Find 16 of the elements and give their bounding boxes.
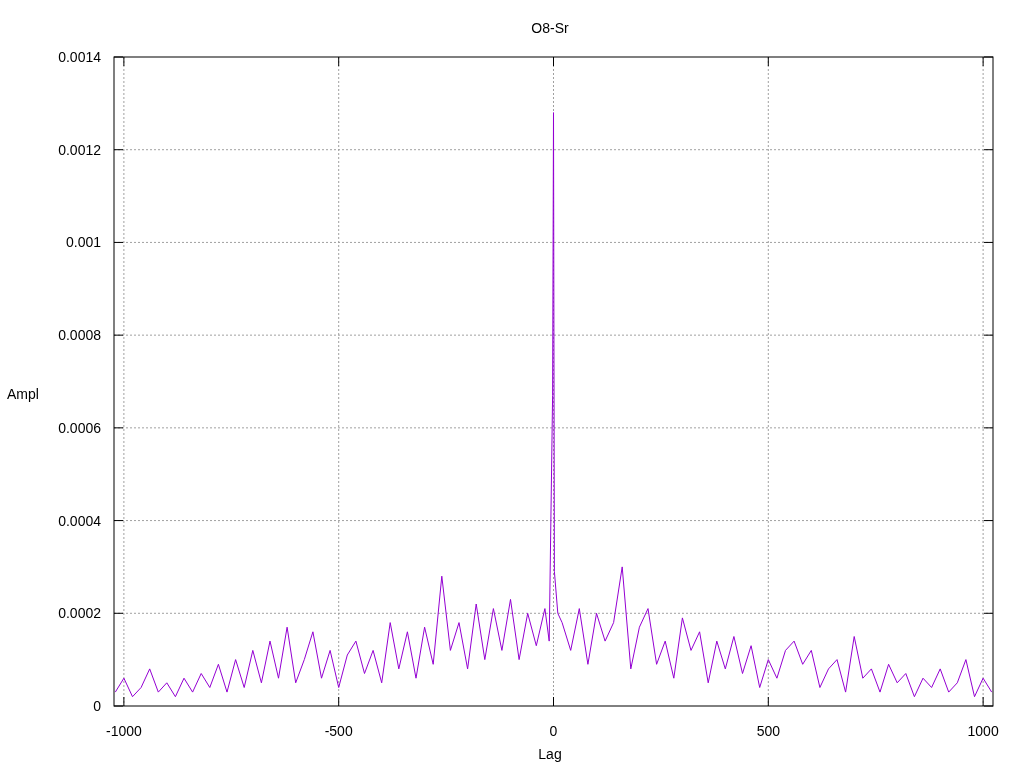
chart-title: O8-Sr xyxy=(531,20,569,36)
tick-label: 0.0008 xyxy=(58,327,101,344)
tick-label: 0.0004 xyxy=(58,512,101,529)
tick-label: 500 xyxy=(756,723,780,739)
tick-label: 0.0002 xyxy=(58,605,101,622)
tick-label: 0.0012 xyxy=(58,141,101,158)
tick-label: 0.0006 xyxy=(58,419,101,436)
tick-label: -1000 xyxy=(105,723,142,739)
tick-label: 0 xyxy=(93,698,101,714)
tick-label: -500 xyxy=(324,723,353,739)
axis-label: Ampl xyxy=(7,386,39,402)
tick-label: 0 xyxy=(549,723,558,739)
tick-label: 0.001 xyxy=(65,234,101,251)
tick-label: 0.0014 xyxy=(58,49,101,65)
tick-label: 1000 xyxy=(967,723,999,739)
axis-label: Lag xyxy=(538,746,562,762)
